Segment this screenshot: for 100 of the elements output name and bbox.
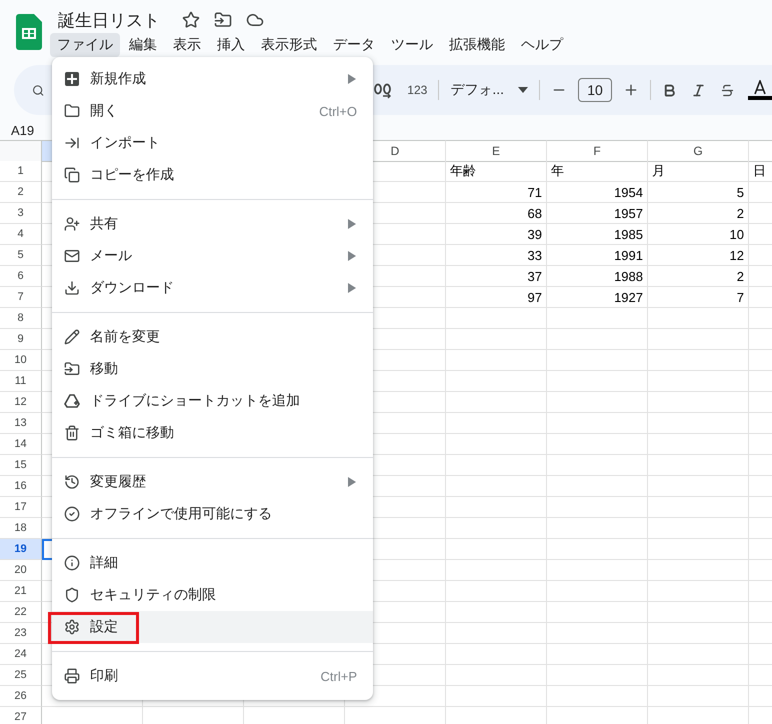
row-header[interactable]: 18 (0, 518, 42, 539)
table-cell: 1927 (547, 287, 648, 308)
bold-icon[interactable] (662, 82, 677, 98)
table-cell: 1954 (547, 182, 648, 203)
table-cell: 月 (648, 161, 749, 182)
menu-item[interactable]: 開く Ctrl+O (52, 95, 373, 127)
menu-item[interactable]: 印刷 Ctrl+P (52, 660, 373, 692)
row-header[interactable]: 6 (0, 266, 42, 287)
plus-icon[interactable] (623, 82, 639, 98)
star-icon[interactable] (182, 11, 200, 29)
row-header[interactable]: 13 (0, 413, 42, 434)
info-icon (64, 555, 80, 571)
menu-tab[interactable]: 表示形式 (254, 33, 324, 57)
printer-icon (64, 668, 80, 684)
row-header[interactable]: 24 (0, 644, 42, 665)
row-header[interactable]: 2 (0, 182, 42, 203)
strikethrough-icon[interactable] (720, 82, 735, 98)
menu-tab[interactable]: ファイル (50, 33, 120, 57)
row-header[interactable]: 1 (0, 161, 42, 182)
menu-item[interactable]: コピーを作成 (52, 159, 373, 191)
drive-shortcut-icon (64, 393, 80, 409)
row-header[interactable]: 9 (0, 329, 42, 350)
row-header[interactable]: 26 (0, 686, 42, 707)
row-header[interactable]: 11 (0, 371, 42, 392)
font-dropdown[interactable]: デフォ... (443, 81, 511, 99)
menu-item[interactable]: メール (52, 240, 373, 272)
menu-item[interactable]: 新規作成 (52, 63, 373, 95)
table-cell: 68 (446, 203, 547, 224)
menu-item[interactable]: 詳細 (52, 547, 373, 579)
table-cell: 37 (446, 266, 547, 287)
menu-item[interactable]: ダウンロード (52, 272, 373, 304)
table-cell: 1985 (547, 224, 648, 245)
menu-item[interactable]: 共有 (52, 208, 373, 240)
menu-item[interactable]: 移動 (52, 353, 373, 385)
row-header[interactable]: 16 (0, 476, 42, 497)
menu-tab[interactable]: 編集 (122, 33, 164, 57)
row-header[interactable]: 17 (0, 497, 42, 518)
import-icon (64, 135, 80, 151)
menu-item[interactable]: ゴミ箱に移動 (52, 417, 373, 449)
folder-move-icon[interactable] (214, 11, 232, 29)
folder-icon (64, 103, 80, 119)
table-cell: 33 (446, 245, 547, 266)
number-format-button[interactable]: 123 (400, 83, 434, 97)
row-header[interactable]: 21 (0, 581, 42, 602)
table-cell: 97 (446, 287, 547, 308)
offline-check-icon (64, 506, 80, 522)
menu-item[interactable]: セキュリティの制限 (52, 579, 373, 611)
table-cell: 2 (648, 266, 749, 287)
row-header[interactable]: 12 (0, 392, 42, 413)
history-icon (64, 474, 80, 490)
table-cell: 1988 (547, 266, 648, 287)
table-cell: 1957 (547, 203, 648, 224)
menu-item[interactable]: 変更履歴 (52, 466, 373, 498)
row-header[interactable]: 15 (0, 455, 42, 476)
folder-move-icon (64, 361, 80, 377)
row-header[interactable]: 14 (0, 434, 42, 455)
caret-icon[interactable] (518, 87, 528, 93)
row-header[interactable]: 8 (0, 308, 42, 329)
menu-tab[interactable]: 表示 (166, 33, 208, 57)
menu-tab[interactable]: ヘルプ (514, 33, 570, 57)
shield-icon (64, 587, 80, 603)
table-cell: 年 (547, 161, 648, 182)
table-cell: 10 (648, 224, 749, 245)
mail-icon (64, 248, 80, 264)
text-color-icon[interactable] (748, 80, 772, 100)
table-cell: 39 (446, 224, 547, 245)
column-header[interactable]: E (446, 140, 547, 162)
menu-item[interactable]: オフラインで使用可能にする (52, 498, 373, 530)
menu-item[interactable]: ドライブにショートカットを追加 (52, 385, 373, 417)
italic-icon[interactable] (691, 82, 706, 98)
table-cell: 12 (648, 245, 749, 266)
font-size-field[interactable]: 10 (578, 78, 612, 102)
row-header[interactable]: 23 (0, 623, 42, 644)
row-header[interactable]: 19 (0, 539, 42, 560)
share-icon (64, 216, 80, 232)
cloud-icon[interactable] (246, 11, 264, 29)
menu-tab[interactable]: データ (326, 33, 382, 57)
document-title[interactable]: 誕生日リスト (58, 8, 160, 32)
table-add-icon (64, 71, 80, 87)
column-header[interactable]: F (547, 140, 648, 162)
spreadsheet-logo[interactable] (16, 14, 42, 50)
menu-item[interactable]: 名前を変更 (52, 321, 373, 353)
column-header[interactable]: G (648, 140, 749, 162)
table-cell: 年齢 (446, 161, 547, 182)
table-cell: 5 (648, 182, 749, 203)
row-header[interactable]: 22 (0, 602, 42, 623)
row-header[interactable]: 7 (0, 287, 42, 308)
trash-icon (64, 425, 80, 441)
table-cell: 71 (446, 182, 547, 203)
row-header[interactable]: 4 (0, 224, 42, 245)
settings-icon (64, 619, 80, 635)
row-header[interactable]: 25 (0, 665, 42, 686)
row-header[interactable]: 20 (0, 560, 42, 581)
table-cell: 日 (749, 161, 772, 182)
row-header[interactable]: 3 (0, 203, 42, 224)
menu-tab[interactable]: 拡張機能 (442, 33, 512, 57)
menu-tab[interactable]: 挿入 (210, 33, 252, 57)
row-header[interactable]: 5 (0, 245, 42, 266)
menu-tab[interactable]: ツール (384, 33, 440, 57)
row-header[interactable]: 10 (0, 350, 42, 371)
